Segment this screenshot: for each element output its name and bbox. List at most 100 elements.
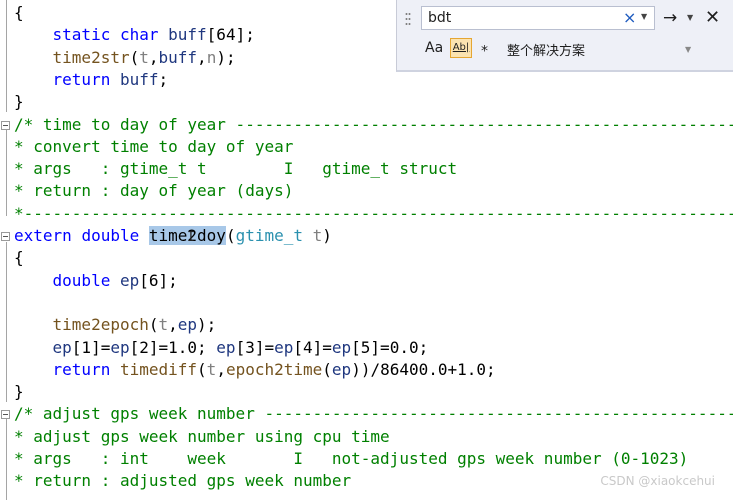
code-token: ,: [148, 47, 159, 67]
collapse-comment-toggle[interactable]: [1, 121, 10, 130]
code-line[interactable]: return timediff(t,epoch2time(ep))/86400.…: [14, 359, 496, 381]
code-line[interactable]: extern double time2doy(gtime_t t): [14, 225, 332, 247]
chevron-down-icon[interactable]: ▼: [687, 13, 693, 22]
code-token: * convert time to day of year: [14, 136, 294, 156]
code-token: n: [206, 47, 217, 67]
code-token: buff: [168, 25, 207, 45]
grip-icon[interactable]: [405, 12, 411, 26]
code-token: [6];: [139, 270, 178, 290]
code-token: (: [322, 359, 332, 379]
collapse-function-toggle[interactable]: [1, 232, 10, 241]
code-line[interactable]: * return : adjusted gps week number: [14, 470, 351, 492]
code-line[interactable]: * args : int week I not-adjusted gps wee…: [14, 448, 688, 470]
clear-icon[interactable]: ×: [623, 9, 636, 27]
code-token: ): [322, 226, 332, 245]
code-token: (: [129, 47, 140, 67]
code-line[interactable]: * adjust gps week number using cpu time: [14, 426, 390, 448]
code-token: ep: [274, 337, 294, 357]
code-line[interactable]: /* time to day of year -----------------…: [14, 114, 733, 136]
find-next-icon[interactable]: →: [663, 8, 677, 28]
code-token: buff: [119, 69, 159, 89]
code-token: (: [197, 359, 207, 379]
code-token: timediff: [119, 359, 198, 379]
code-token: [2]=1.0;: [129, 337, 217, 357]
whole-word-toggle[interactable]: Ab|: [450, 38, 472, 58]
code-token: ,: [216, 359, 226, 379]
code-token: double: [81, 226, 140, 245]
code-token: ep: [110, 337, 130, 357]
collapse-comment-toggle[interactable]: [1, 410, 10, 419]
code-token: [5]=0.0;: [351, 337, 429, 357]
code-token: [1]=: [71, 337, 111, 357]
code-token: t: [139, 47, 149, 67]
code-line[interactable]: ep[1]=ep[2]=1.0; ep[3]=ep[4]=ep[5]=0.0;: [14, 337, 429, 359]
code-token: /* time to day of year -----------------…: [14, 114, 733, 134]
code-token: * args : int week I not-adjusted gps wee…: [14, 449, 689, 468]
code-token: ep: [52, 337, 72, 357]
code-line[interactable]: * convert time to day of year: [14, 136, 293, 158]
code-line[interactable]: * args : gtime_t t I gtime_t struct: [14, 158, 457, 180]
code-token: (: [225, 226, 236, 245]
code-token: ep: [177, 315, 198, 335]
code-token: * args : gtime_t t I gtime_t struct: [14, 159, 458, 179]
code-token: [4]=: [293, 337, 332, 357]
code-line[interactable]: /* adjust gps week number --------------…: [14, 403, 733, 425]
code-token: {: [14, 3, 24, 22]
code-token: * return : day of year (days): [14, 181, 294, 201]
code-token: epoch2time: [225, 359, 323, 379]
code-line[interactable]: {: [14, 247, 24, 269]
chevron-down-icon[interactable]: ▼: [641, 12, 647, 21]
code-token: time2str: [52, 47, 130, 67]
code-token: ,: [168, 315, 178, 335]
close-icon[interactable]: ✕: [705, 7, 720, 28]
code-token: char: [119, 25, 159, 45]
code-line[interactable]: double ep[6];: [14, 270, 178, 292]
code-token: extern: [14, 226, 72, 245]
search-scope-select[interactable]: 整个解决方案: [507, 40, 585, 59]
code-token: ep: [331, 337, 352, 357]
code-token: /* adjust gps week number --------------…: [14, 404, 733, 424]
code-token: gtime_t: [235, 226, 304, 245]
code-token: * return : adjusted gps week number: [14, 471, 352, 491]
code-line[interactable]: time2epoch(t,ep);: [14, 314, 217, 336]
code-line[interactable]: *---------------------------------------…: [14, 203, 733, 225]
code-token: t: [312, 226, 323, 245]
regex-toggle[interactable]: ⁎: [481, 39, 488, 55]
code-line[interactable]: }: [14, 91, 24, 113]
code-token: t: [158, 315, 169, 335]
fold-guide: [6, 0, 7, 112]
code-editor[interactable]: { static char buff[64]; time2str(t,buff,…: [0, 0, 733, 500]
find-widget: bdt × ▼ → ▼ ✕ Aa Ab| ⁎ 整个解决方案 ▼: [396, 0, 733, 72]
code-token: (: [148, 315, 159, 335]
code-token: ep: [119, 270, 140, 290]
fold-guide: [6, 418, 7, 500]
search-input[interactable]: bdt: [421, 6, 655, 30]
code-token: double: [52, 270, 111, 290]
code-token: return: [52, 359, 111, 379]
code-line[interactable]: }: [14, 381, 24, 403]
code-line[interactable]: return buff;: [14, 69, 169, 91]
code-token: {: [14, 248, 24, 268]
code-token: ;: [158, 69, 169, 89]
mouse-cursor-icon: I: [187, 230, 195, 245]
code-line[interactable]: static char buff[64];: [14, 24, 255, 46]
code-token: time2epoch: [52, 315, 149, 335]
fold-guide: [6, 242, 7, 402]
code-token: ep: [331, 359, 352, 379]
chevron-down-icon[interactable]: ▼: [685, 45, 691, 54]
code-line[interactable]: time2str(t,buff,n);: [14, 47, 236, 69]
code-line[interactable]: {: [14, 2, 24, 24]
match-case-toggle[interactable]: Aa: [425, 40, 443, 56]
code-line[interactable]: * return : day of year (days): [14, 180, 293, 202]
